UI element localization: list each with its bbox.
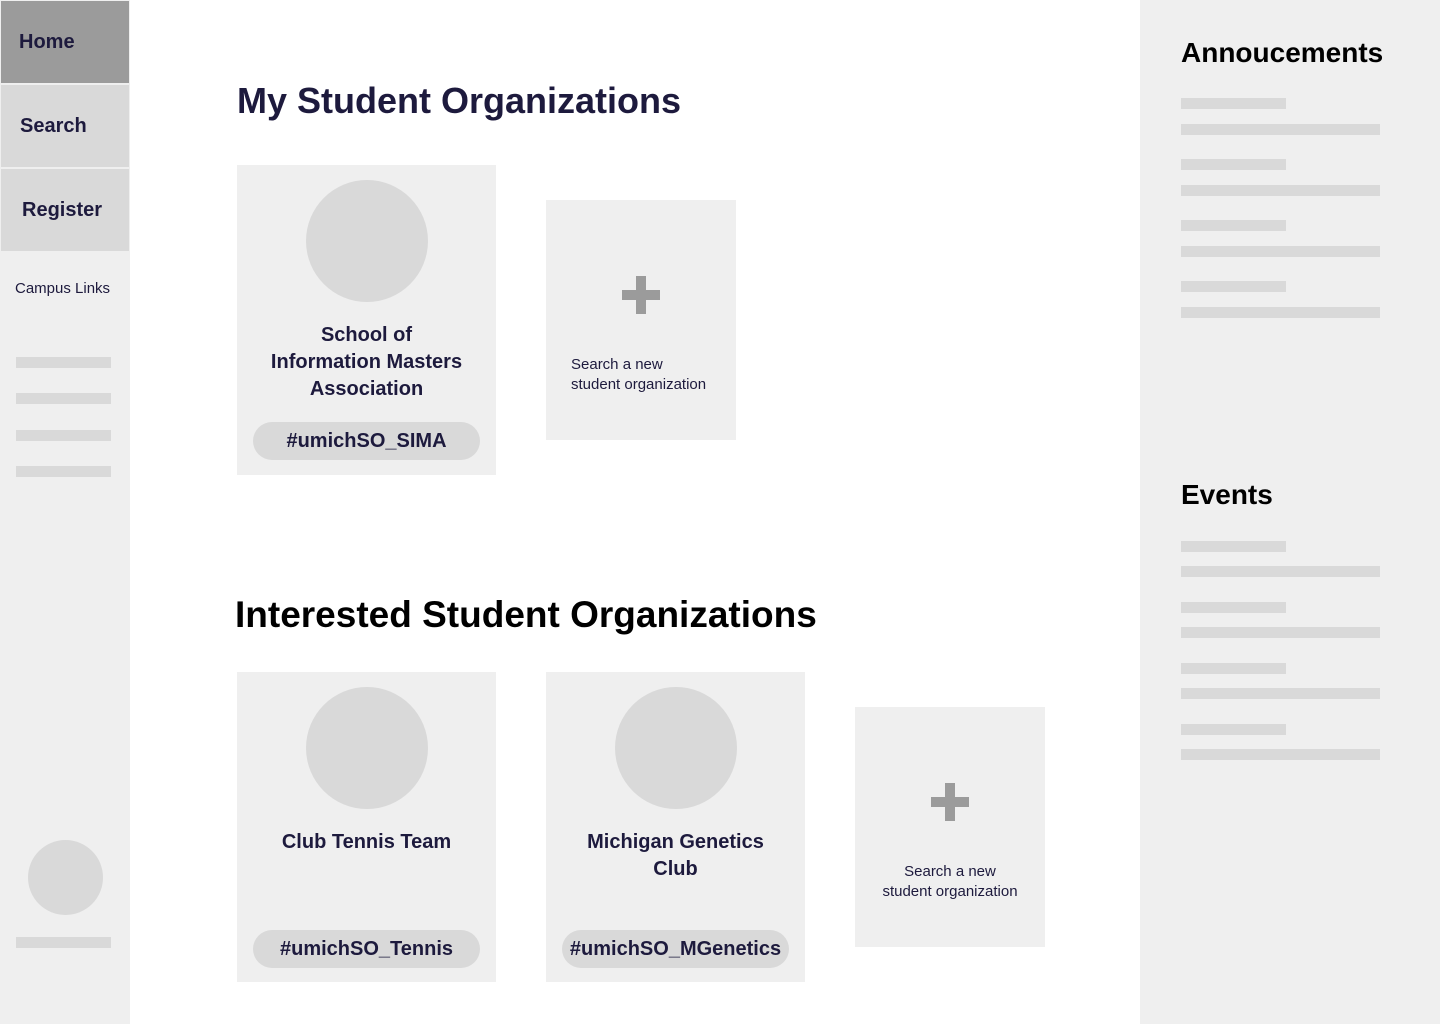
event-text-placeholder [1181,688,1380,699]
add-org-label-line: student organization [882,883,1018,900]
nav-register[interactable]: Register [1,169,129,251]
nav-search-label: Search [20,114,87,137]
nav-home[interactable]: Home [1,1,129,83]
interested-orgs-title: Interested Student Organizations [235,594,817,635]
add-org-label-line: Search a new [571,356,663,373]
left-sidebar: Home Search Register Campus Links [0,0,130,1024]
org-name: Club Tennis Team [247,829,486,856]
org-card-tennis[interactable]: Club Tennis Team #umichSO_Tennis [237,672,496,982]
org-name-line: Association [309,378,424,400]
event-title-placeholder[interactable] [1181,663,1286,674]
plus-icon [622,276,660,314]
event-text-placeholder [1181,566,1380,577]
right-panel: Annoucements Events [1140,0,1440,1024]
org-tag-pill[interactable]: #umichSO_MGenetics [562,930,789,968]
event-title-placeholder[interactable] [1181,541,1286,552]
campus-link-placeholder[interactable] [16,393,111,404]
org-tag-pill[interactable]: #umichSO_Tennis [253,930,480,968]
event-text-placeholder [1181,749,1380,760]
campus-link-placeholder[interactable] [16,357,111,368]
add-org-label-line: student organization [571,376,707,393]
user-avatar[interactable] [28,840,103,915]
my-orgs-title: My Student Organizations [237,80,682,121]
org-name-line: Club [653,858,698,880]
org-name-line: School of [320,324,413,346]
announcement-text-placeholder [1181,124,1380,135]
org-card-mgenetics[interactable]: Michigan Genetics Club #umichSO_MGenetic… [546,672,805,982]
add-my-org-card[interactable]: Search a new student organization [546,200,736,440]
org-avatar [306,687,428,809]
announcement-text-placeholder [1181,307,1380,318]
campus-link-placeholder[interactable] [16,466,111,477]
add-org-label: Search a new student organization [855,862,1045,902]
event-text-placeholder [1181,627,1380,638]
add-org-label: Search a new student organization [571,355,706,395]
announcement-title-placeholder[interactable] [1181,159,1286,170]
org-name-line: Information Masters [270,351,463,373]
announcement-title-placeholder[interactable] [1181,220,1286,231]
org-tag-pill[interactable]: #umichSO_SIMA [253,422,480,460]
events-title: Events [1181,479,1273,510]
campus-links-heading: Campus Links [15,280,111,297]
org-avatar [615,687,737,809]
campus-link-placeholder[interactable] [16,430,111,441]
nav-search[interactable]: Search [1,85,129,167]
nav-register-label: Register [22,198,103,221]
org-name-line: Michigan Genetics [587,831,764,853]
user-name-placeholder [16,937,111,948]
plus-icon [931,783,969,821]
org-name-line: Club Tennis Team [281,831,452,853]
event-title-placeholder[interactable] [1181,602,1286,613]
add-interested-org-card[interactable]: Search a new student organization [855,707,1045,947]
announcements-title: Annoucements [1181,37,1384,68]
org-avatar [306,180,428,302]
announcement-title-placeholder[interactable] [1181,281,1286,292]
announcement-text-placeholder [1181,246,1380,257]
org-card-sima[interactable]: School of Information Masters Associatio… [237,165,496,475]
event-title-placeholder[interactable] [1181,724,1286,735]
announcement-title-placeholder[interactable] [1181,98,1286,109]
nav-home-label: Home [19,30,75,53]
announcement-text-placeholder [1181,185,1380,196]
org-name: School of Information Masters Associatio… [247,322,486,403]
add-org-label-line: Search a new [904,863,996,880]
org-name: Michigan Genetics Club [556,829,795,883]
